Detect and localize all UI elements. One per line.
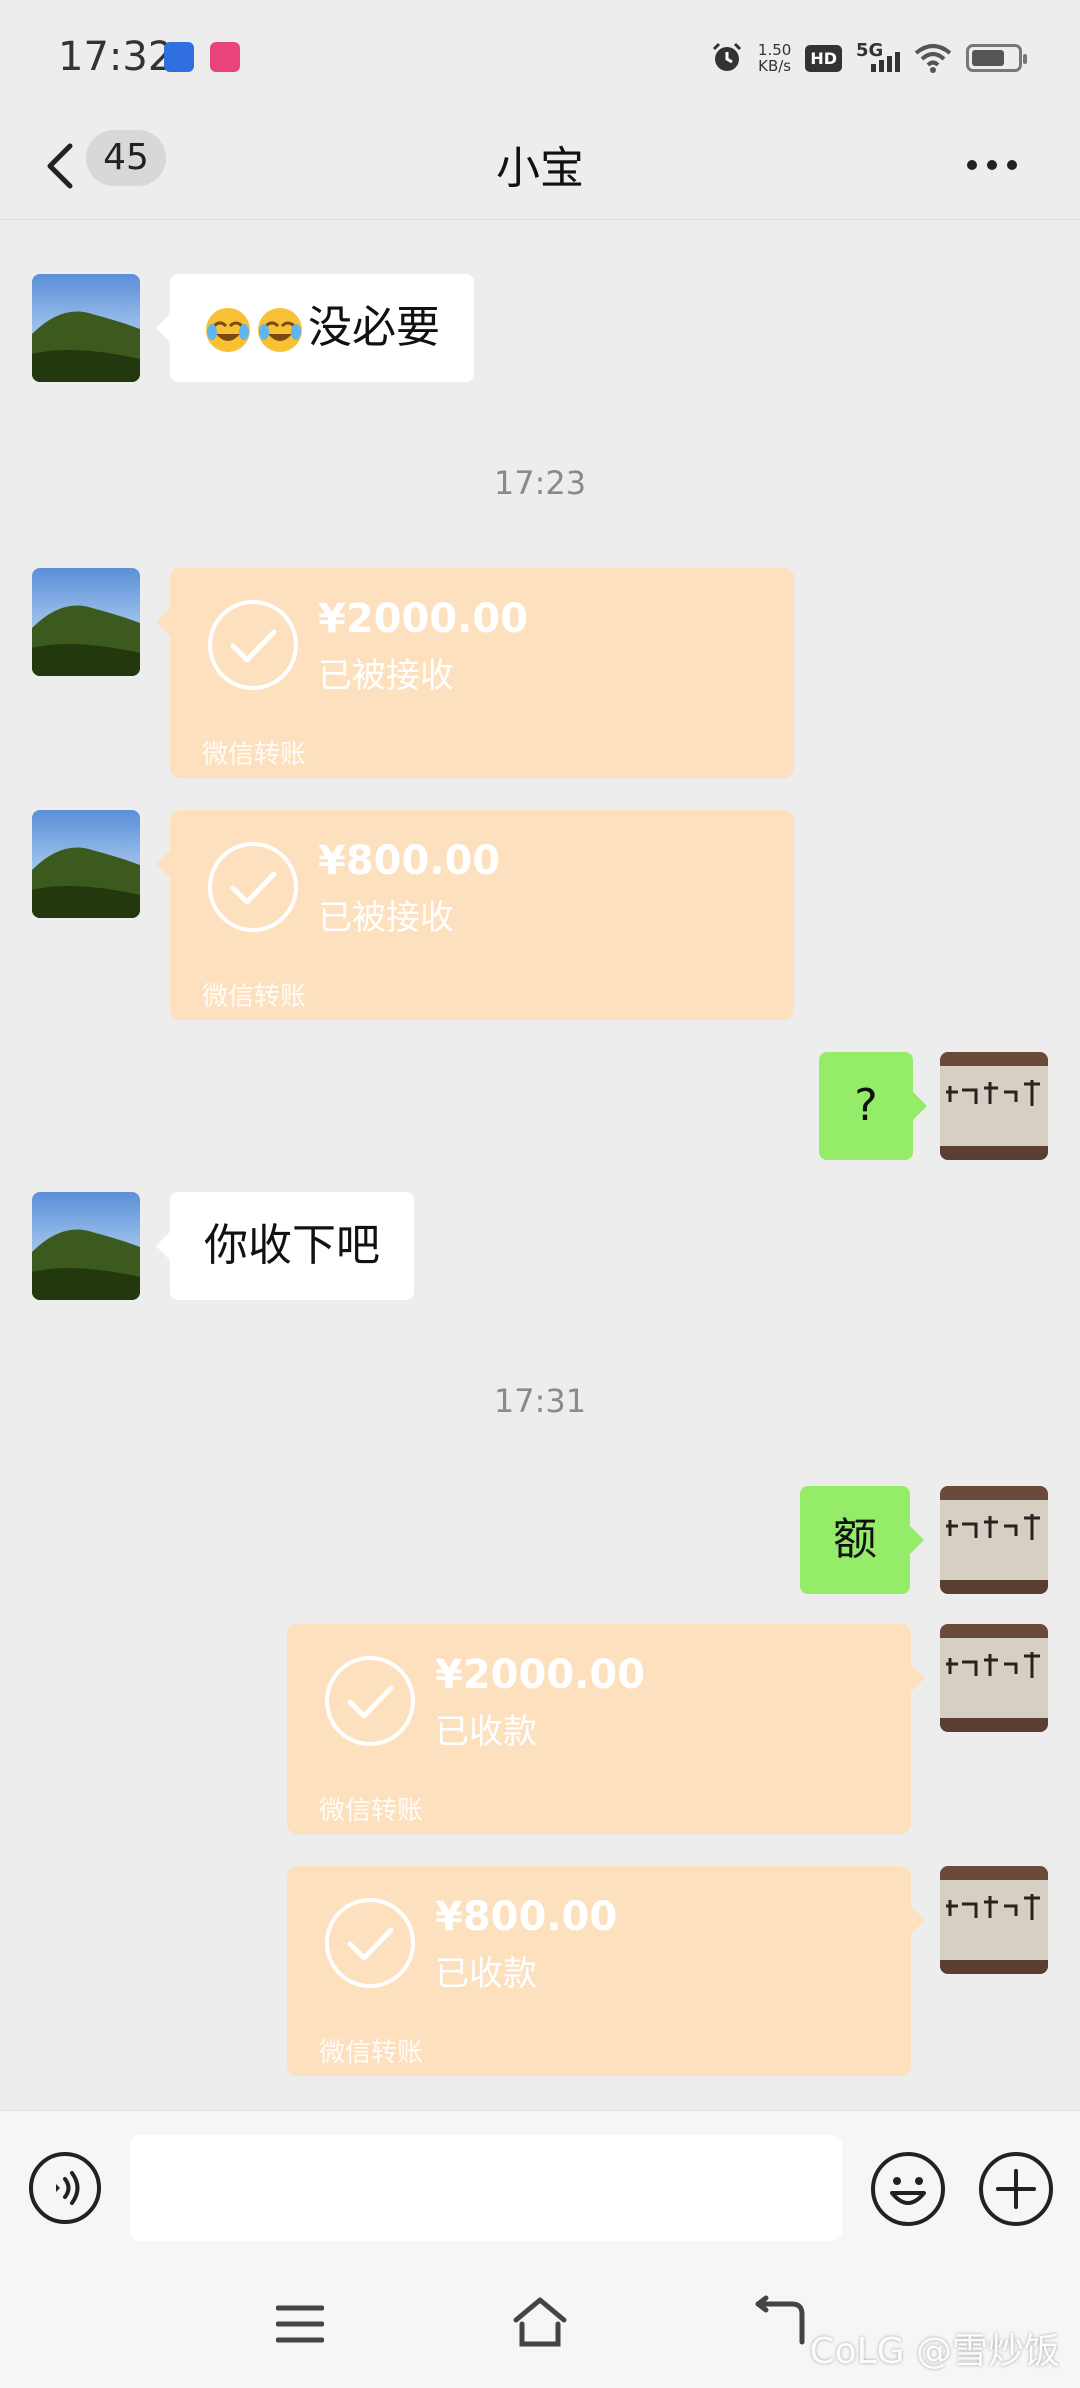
check-circle-icon — [208, 842, 298, 932]
hd-badge: HD — [805, 44, 842, 72]
transfer-footer: 微信转账 — [319, 2038, 424, 2068]
contact-avatar[interactable] — [32, 568, 140, 676]
transfer-amount: ¥800.00 — [318, 838, 501, 884]
message-text: 额 — [833, 1514, 877, 1565]
transfer-footer: 微信转账 — [202, 740, 307, 770]
emoji-icon[interactable] — [870, 2151, 946, 2227]
more-icon[interactable] — [952, 140, 1032, 190]
contact-avatar[interactable] — [32, 810, 140, 918]
notification-app-icon — [164, 42, 194, 72]
transfer-status: 已被接收 — [318, 898, 454, 938]
wifi-icon — [914, 44, 952, 73]
crying-laughing-emoji-icon — [258, 308, 302, 352]
status-icons: 1.50 KB/s HD 5G — [710, 38, 1027, 78]
message-bubble[interactable]: 你收下吧 — [156, 1192, 414, 1300]
message-input[interactable] — [130, 2135, 842, 2241]
transfer-footer: 微信转账 — [319, 1796, 424, 1826]
plus-icon[interactable] — [978, 2151, 1054, 2227]
chat-header: 45 小宝 — [0, 110, 1080, 220]
transfer-card[interactable]: ¥800.00 已收款 微信转账 — [287, 1866, 925, 2076]
network-speed: 1.50 KB/s — [758, 42, 791, 74]
my-avatar[interactable] — [940, 1866, 1048, 1974]
chat-title: 小宝 — [496, 143, 584, 194]
my-avatar[interactable] — [940, 1624, 1048, 1732]
transfer-status: 已被接收 — [318, 656, 454, 696]
transfer-footer: 微信转账 — [202, 982, 307, 1012]
notification-app-icon — [210, 42, 240, 72]
transfer-status: 已收款 — [435, 1954, 537, 1994]
alarm-icon — [712, 42, 741, 71]
status-bar: 17:32 1.50 KB/s HD 5G — [0, 0, 1080, 110]
message-bubble[interactable]: ? — [819, 1052, 927, 1160]
transfer-card[interactable]: ¥2000.00 已被接收 微信转账 — [156, 568, 794, 778]
nav-back-icon[interactable] — [752, 2294, 808, 2350]
watermark: CoLG @雪炒饭 — [809, 2331, 1060, 2372]
battery-icon — [966, 44, 1027, 72]
signal-5g-icon: 5G — [856, 40, 900, 76]
message-text: 你收下吧 — [204, 1220, 380, 1271]
transfer-card[interactable]: ¥2000.00 已收款 微信转账 — [287, 1624, 925, 1834]
network-speed-value: 1.50 — [757, 41, 792, 59]
system-nav-bar: CoLG @雪炒饭 — [0, 2262, 1080, 2388]
message-text: ? — [854, 1080, 878, 1131]
my-avatar[interactable] — [940, 1052, 1048, 1160]
network-speed-unit: KB/s — [758, 57, 792, 75]
status-time: 17:32 — [58, 34, 174, 80]
input-bar — [0, 2110, 1080, 2262]
message-timestamp: 17:23 — [493, 464, 587, 502]
message-bubble[interactable]: 额 — [800, 1486, 924, 1594]
transfer-amount: ¥2000.00 — [435, 1652, 646, 1698]
home-icon[interactable] — [510, 2294, 570, 2350]
menu-icon[interactable] — [276, 2302, 324, 2346]
message-text: 没必要 — [308, 302, 440, 353]
voice-icon[interactable] — [28, 2151, 102, 2225]
message-timestamp: 17:31 — [493, 1382, 587, 1420]
contact-avatar[interactable] — [32, 1192, 140, 1300]
transfer-card[interactable]: ¥800.00 已被接收 微信转账 — [156, 810, 794, 1020]
transfer-amount: ¥800.00 — [435, 1894, 618, 1940]
crying-laughing-emoji-icon — [206, 308, 250, 352]
my-avatar[interactable] — [940, 1486, 1048, 1594]
contact-avatar[interactable] — [32, 274, 140, 382]
check-circle-icon — [208, 600, 298, 690]
transfer-status: 已收款 — [435, 1712, 537, 1752]
transfer-amount: ¥2000.00 — [318, 596, 529, 642]
check-circle-icon — [325, 1656, 415, 1746]
message-bubble[interactable]: 没必要 — [156, 274, 474, 382]
check-circle-icon — [325, 1898, 415, 1988]
